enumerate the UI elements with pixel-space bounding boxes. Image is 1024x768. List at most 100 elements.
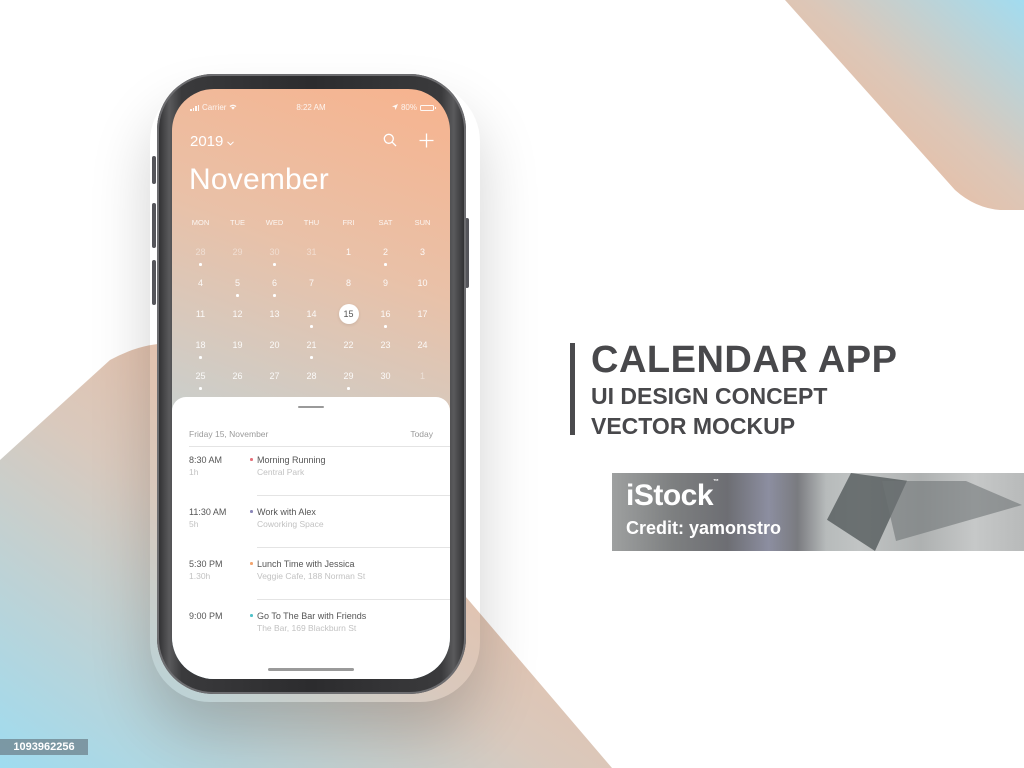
day-number: 14 <box>306 309 317 319</box>
calendar-day[interactable]: 3 <box>404 241 441 272</box>
event-title: Work with Alex <box>257 507 316 517</box>
event-time: 5:30 PM <box>189 559 223 569</box>
calendar-day[interactable]: 8 <box>330 272 367 303</box>
promo-subtitle-1: UI DESIGN CONCEPT <box>591 383 828 409</box>
event-title: Lunch Time with Jessica <box>257 559 355 569</box>
calendar-day[interactable]: 14 <box>293 303 330 334</box>
weekday-label: SUN <box>414 218 431 227</box>
event-indicator-dot <box>310 325 313 328</box>
year-selector[interactable]: 2019 <box>190 133 235 150</box>
today-button[interactable]: Today <box>410 429 433 439</box>
day-number: 31 <box>306 247 317 257</box>
calendar-day[interactable]: 13 <box>256 303 293 334</box>
calendar-day[interactable]: 24 <box>404 334 441 365</box>
calendar-day[interactable]: 9 <box>367 272 404 303</box>
calendar-day[interactable]: 25 <box>182 365 219 396</box>
calendar-day[interactable]: 28 <box>293 365 330 396</box>
weekday-label: WED <box>265 218 284 227</box>
event-item[interactable]: 9:00 PM Go To The Bar with Friends The Bar… <box>189 611 450 663</box>
day-number: 20 <box>269 340 280 350</box>
day-number: 19 <box>232 340 243 350</box>
calendar-day[interactable]: 1 <box>330 241 367 272</box>
calendar-day[interactable]: 11 <box>182 303 219 334</box>
istock-logo: iStock™ <box>626 479 719 513</box>
day-number: 7 <box>308 278 314 288</box>
event-indicator-dot <box>199 387 202 390</box>
event-indicator-dot <box>347 387 350 390</box>
calendar-day[interactable]: 10 <box>404 272 441 303</box>
event-title: Go To The Bar with Friends <box>257 611 367 621</box>
day-number: 29 <box>343 371 354 381</box>
calendar-day[interactable]: 31 <box>293 241 330 272</box>
add-event-button[interactable] <box>415 129 437 151</box>
battery-icon <box>420 104 436 111</box>
day-number: 30 <box>269 247 280 257</box>
phone-screen: Carrier 8:22 AM 80% 2019 November MON TUE… <box>172 89 450 679</box>
calendar-day[interactable]: 18 <box>182 334 219 365</box>
calendar-day[interactable]: 22 <box>330 334 367 365</box>
calendar-day[interactable]: 21 <box>293 334 330 365</box>
calendar-grid: 28 29 30 31 1 2 3 4 5 6 7 8 9 10 11 12 13 14 15 16 17 18 19 20 2… <box>182 241 441 396</box>
event-indicator-dot <box>273 263 276 266</box>
year-label: 2019 <box>190 133 224 150</box>
event-item[interactable]: 8:30 AM 1h Morning Running Central Park <box>189 455 450 507</box>
day-number: 27 <box>269 371 280 381</box>
day-number: 13 <box>269 309 280 319</box>
istock-watermark: iStock™ Credit: yamonstro <box>612 473 1024 551</box>
calendar-day[interactable]: 17 <box>404 303 441 334</box>
event-item[interactable]: 11:30 AM 5h Work with Alex Coworking Space <box>189 507 450 559</box>
event-divider <box>257 547 450 548</box>
phone-mute-switch <box>152 156 156 184</box>
calendar-day[interactable]: 19 <box>219 334 256 365</box>
agenda-header: Friday 15, November Today <box>189 429 433 439</box>
event-indicator-dot <box>199 356 202 359</box>
image-id-label: 1093962256 <box>0 739 88 755</box>
calendar-day[interactable]: 1 <box>404 365 441 396</box>
month-title: November <box>189 163 329 196</box>
calendar-day[interactable]: 16 <box>367 303 404 334</box>
sheet-grabber-handle[interactable] <box>298 406 324 408</box>
calendar-day[interactable]: 20 <box>256 334 293 365</box>
day-number: 23 <box>380 340 391 350</box>
calendar-day[interactable]: 28 <box>182 241 219 272</box>
calendar-day[interactable]: 30 <box>256 241 293 272</box>
calendar-day-selected[interactable]: 15 <box>330 303 367 334</box>
search-button[interactable] <box>379 129 401 151</box>
day-number: 1 <box>345 247 351 257</box>
phone-volume-up-button <box>152 203 156 248</box>
calendar-day[interactable]: 27 <box>256 365 293 396</box>
event-duration: 1h <box>189 467 199 477</box>
calendar-day[interactable]: 29 <box>219 241 256 272</box>
event-color-dot <box>250 458 253 461</box>
home-indicator[interactable] <box>268 668 354 671</box>
event-location: Veggie Cafe, 188 Norman St <box>257 571 366 581</box>
day-number: 9 <box>382 278 388 288</box>
status-bar: Carrier 8:22 AM 80% <box>172 89 450 112</box>
day-number: 25 <box>195 371 206 381</box>
event-indicator-dot <box>273 294 276 297</box>
day-number: 12 <box>232 309 243 319</box>
day-number: 11 <box>195 309 206 319</box>
calendar-day[interactable]: 2 <box>367 241 404 272</box>
calendar-day[interactable]: 4 <box>182 272 219 303</box>
calendar-day[interactable]: 29 <box>330 365 367 396</box>
calendar-day[interactable]: 7 <box>293 272 330 303</box>
event-indicator-dot <box>384 263 387 266</box>
day-number: 18 <box>195 340 206 350</box>
chevron-down-icon <box>227 138 235 148</box>
event-time: 9:00 PM <box>189 611 223 621</box>
day-number: 22 <box>343 340 354 350</box>
istock-logo-text: iStock <box>626 479 714 512</box>
promo-title: CALENDAR APP <box>591 339 898 381</box>
agenda-header-divider <box>189 446 450 447</box>
calendar-day[interactable]: 5 <box>219 272 256 303</box>
event-time: 11:30 AM <box>189 507 227 517</box>
calendar-day[interactable]: 12 <box>219 303 256 334</box>
event-item[interactable]: 5:30 PM 1.30h Lunch Time with Jessica Veggi… <box>189 559 450 611</box>
calendar-day[interactable]: 23 <box>367 334 404 365</box>
calendar-day[interactable]: 6 <box>256 272 293 303</box>
event-indicator-dot <box>236 294 239 297</box>
calendar-day[interactable]: 26 <box>219 365 256 396</box>
event-indicator-dot <box>199 263 202 266</box>
calendar-day[interactable]: 30 <box>367 365 404 396</box>
